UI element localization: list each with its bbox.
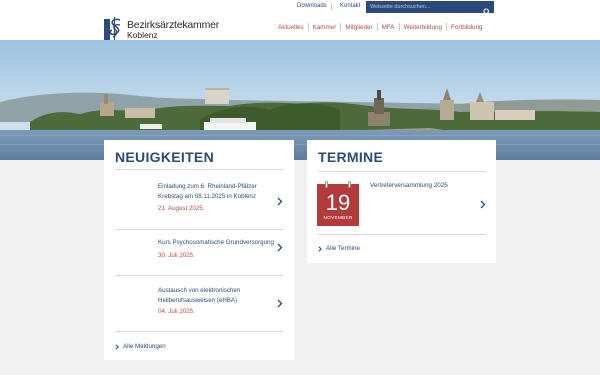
all-news-label: Alle Meldungen: [123, 343, 166, 350]
search-input[interactable]: [370, 3, 478, 11]
nav-weiterbildung[interactable]: Weiterbildung: [404, 24, 442, 31]
nav-divider: [340, 23, 342, 31]
nav-divider: [398, 23, 400, 31]
downloads-link[interactable]: Downloads: [297, 3, 327, 9]
calendar-ring: [325, 181, 328, 188]
chevron-right-icon[interactable]: [277, 299, 283, 308]
hero-image: [0, 40, 600, 160]
news-item[interactable]: Einladung zum 6. Rheinland-Pfälzer Krebs…: [104, 176, 294, 228]
news-item[interactable]: Kurs Psychosomatische Grundversorgung 30…: [104, 230, 294, 275]
event-month: NOVEMBER: [323, 216, 353, 221]
nav-mfa[interactable]: MFA: [382, 24, 395, 31]
divider: [115, 331, 284, 332]
chevron-right-icon[interactable]: [277, 243, 283, 252]
calendar-ring: [348, 181, 351, 188]
event-day: 19: [325, 190, 351, 215]
nav-divider: [376, 23, 378, 31]
news-item-date: 04. Juli 2025.: [158, 308, 195, 315]
divider: [115, 169, 284, 170]
nav-divider: [446, 23, 447, 31]
news-card: NEUIGKEITEN Einladung zum 6. Rheinland-P…: [104, 140, 294, 360]
all-events-link[interactable]: Alle Termine: [318, 245, 360, 252]
search-button[interactable]: [483, 3, 491, 16]
utility-bar: Downloads Kontakt: [0, 0, 600, 16]
brand-city[interactable]: Koblenz: [127, 30, 158, 40]
divider: [318, 171, 486, 172]
all-news-link[interactable]: Alle Meldungen: [115, 343, 166, 350]
news-item-title[interactable]: Kurs Psychosomatische Grundversorgung: [158, 238, 278, 248]
nav-fortbildung[interactable]: Fortbildung: [451, 24, 483, 31]
main-nav: Aktuelles Kammer Mitglieder MFA Weiterbi…: [278, 23, 483, 31]
nav-divider: [307, 23, 309, 31]
nav-kammer[interactable]: Kammer: [313, 24, 337, 31]
logo-icon[interactable]: [104, 16, 126, 40]
all-events-label: Alle Termine: [326, 245, 360, 252]
news-item-title[interactable]: Austausch von elektronischen Heilberufsa…: [158, 286, 278, 305]
nav-aktuelles[interactable]: Aktuelles: [278, 24, 304, 31]
site-header: Bezirksärztekammer Koblenz Aktuelles Kam…: [0, 14, 600, 40]
topbar-divider: [331, 3, 332, 10]
chevron-right-icon: [318, 245, 322, 252]
calendar-icon[interactable]: 19 NOVEMBER: [317, 181, 359, 226]
news-title: NEUIGKEITEN: [115, 149, 214, 165]
news-item[interactable]: Austausch von elektronischen Heilberufsa…: [104, 276, 294, 331]
nav-mitglieder[interactable]: Mitglieder: [345, 24, 372, 31]
events-title: TERMINE: [318, 149, 384, 165]
search-box: [366, 1, 494, 16]
divider: [318, 234, 486, 235]
chevron-right-icon[interactable]: [480, 200, 486, 209]
kontakt-link[interactable]: Kontakt: [340, 3, 360, 9]
news-item-date: 30. Juli 2025.: [158, 252, 195, 259]
chevron-right-icon[interactable]: [277, 197, 283, 206]
event-title[interactable]: Vertreterversammlung 2025: [370, 182, 448, 189]
events-card: TERMINE 19 NOVEMBER Vertreterversammlung…: [307, 140, 496, 263]
chevron-right-icon: [115, 343, 119, 350]
news-item-title[interactable]: Einladung zum 6. Rheinland-Pfälzer Krebs…: [158, 182, 278, 201]
news-item-date: 21. August 2025.: [158, 205, 205, 212]
